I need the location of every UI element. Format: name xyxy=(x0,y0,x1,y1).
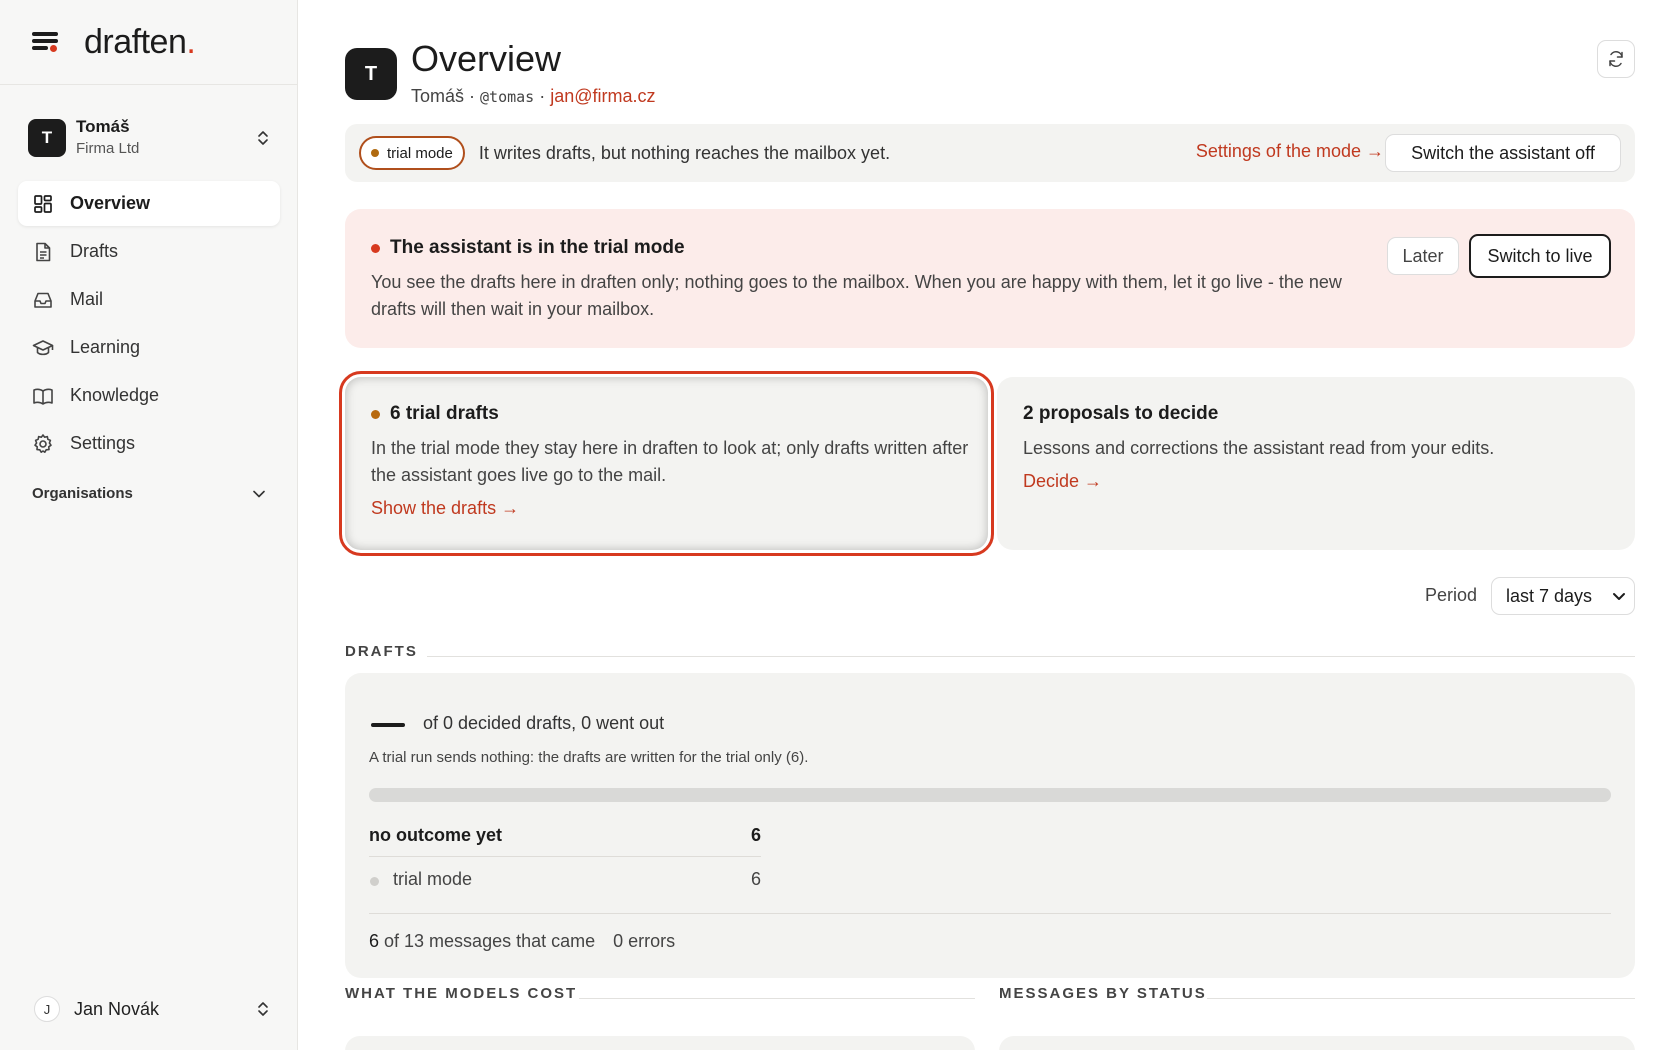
mode-settings-link[interactable]: Settings of the mode → xyxy=(1196,141,1384,162)
alert-title: The assistant is in the trial mode xyxy=(371,237,685,259)
user-name: Jan Novák xyxy=(74,998,160,1019)
profile-subline: Tomáš · @tomas · jan@firma.cz xyxy=(411,86,656,107)
page-title: Overview xyxy=(411,38,562,79)
user-avatar: J xyxy=(34,996,60,1022)
account-org: Firma Ltd xyxy=(76,140,140,157)
section-label-cost: WHAT THE MODELS COST xyxy=(345,985,578,1002)
grid-icon xyxy=(34,194,52,213)
sidebar-item-label: Learning xyxy=(70,337,141,357)
sidebar-item-knowledge[interactable]: Knowledge xyxy=(18,373,280,418)
organisations-toggle[interactable]: Organisations xyxy=(32,485,266,502)
profile-email-link[interactable]: jan@firma.cz xyxy=(550,86,655,106)
sidebar: draften. T Tomáš Firma Ltd Overview Draf… xyxy=(0,0,298,1050)
separator: · xyxy=(534,86,551,106)
mode-description: It writes drafts, but nothing reaches th… xyxy=(478,142,891,163)
section-label-drafts: DRAFTS xyxy=(345,643,418,660)
chevron-down-icon xyxy=(1613,593,1625,600)
sidebar-item-learning[interactable]: Learning xyxy=(18,325,280,370)
sidebar-item-label: Settings xyxy=(70,433,136,453)
book-icon xyxy=(33,388,53,405)
sidebar-item-label: Knowledge xyxy=(70,385,160,405)
section-label-status: MESSAGES BY STATUS xyxy=(999,985,1207,1002)
account-avatar: T xyxy=(28,119,66,157)
card-body: In the trial mode they stay here in draf… xyxy=(371,438,969,485)
refresh-button[interactable] xyxy=(1597,40,1635,78)
drafts-card: of 0 decided drafts, 0 went out A trial … xyxy=(345,673,1635,978)
document-icon xyxy=(36,242,51,261)
separator: · xyxy=(464,86,481,106)
menu-icon[interactable] xyxy=(32,32,58,52)
sidebar-item-label: Mail xyxy=(70,289,104,309)
account-name: Tomáš xyxy=(76,117,130,136)
divider xyxy=(369,856,761,857)
card-title: 2 proposals to decide xyxy=(1023,403,1219,424)
decided-summary: of 0 decided drafts, 0 went out xyxy=(423,713,665,733)
trial-mode-alert: The assistant is in the trial mode You s… xyxy=(345,209,1635,348)
messages-status-card xyxy=(999,1036,1635,1050)
models-cost-card xyxy=(345,1036,975,1050)
mode-badge: trial mode xyxy=(359,136,465,170)
organisations-label: Organisations xyxy=(32,485,133,502)
alert-body: You see the drafts here in draften only;… xyxy=(371,272,1342,319)
chevron-updown-icon xyxy=(258,131,268,145)
decide-link[interactable]: Decide → xyxy=(1023,471,1102,492)
graduation-cap-icon xyxy=(32,339,54,355)
later-button[interactable]: Later xyxy=(1387,237,1459,275)
progress-bar xyxy=(369,788,1611,802)
outcome-row: trial mode 6 xyxy=(369,869,761,890)
show-drafts-link[interactable]: Show the drafts → xyxy=(371,498,519,519)
refresh-icon xyxy=(1609,51,1623,67)
sidebar-nav: Overview Drafts Mail Learning Knowledge … xyxy=(18,181,280,469)
period-label: Period xyxy=(1424,585,1477,605)
sidebar-item-overview[interactable]: Overview xyxy=(18,181,280,226)
logo[interactable]: draften. xyxy=(84,23,196,62)
proposals-card: 2 proposals to decide Lessons and correc… xyxy=(997,377,1635,550)
gear-icon xyxy=(34,433,52,453)
page-header: T Overview Tomáš · @tomas · jan@firma.cz xyxy=(345,38,1635,110)
mode-bar: trial mode It writes drafts, but nothing… xyxy=(345,124,1635,182)
trial-note: A trial run sends nothing: the drafts ar… xyxy=(369,749,809,766)
switch-to-live-button[interactable]: Switch to live xyxy=(1469,234,1611,278)
switch-assistant-off-button[interactable]: Switch the assistant off xyxy=(1385,134,1621,172)
chevron-updown-icon xyxy=(258,1002,268,1016)
sidebar-item-drafts[interactable]: Drafts xyxy=(18,229,280,274)
card-title: 6 trial drafts xyxy=(371,403,499,425)
chevron-down-icon xyxy=(253,490,265,497)
rate-dash xyxy=(371,723,405,727)
account-switcher[interactable]: T Tomáš Firma Ltd xyxy=(28,116,272,160)
card-body: Lessons and corrections the assistant re… xyxy=(1023,438,1495,458)
sidebar-item-label: Overview xyxy=(70,193,151,213)
outcome-row: no outcome yet 6 xyxy=(369,825,761,845)
message-totals: 6 of 13 messages that came 0 errors xyxy=(369,931,676,951)
profile-avatar: T xyxy=(345,48,397,100)
divider xyxy=(1207,998,1635,999)
divider xyxy=(369,913,1611,914)
profile-handle: @tomas xyxy=(480,88,535,106)
sidebar-item-mail[interactable]: Mail xyxy=(18,277,280,322)
sidebar-item-label: Drafts xyxy=(70,241,119,261)
period-select[interactable]: last 7 days xyxy=(1491,577,1635,615)
brand-bar: draften. xyxy=(0,0,297,85)
inbox-icon xyxy=(34,292,52,308)
profile-name: Tomáš xyxy=(411,86,465,106)
trial-drafts-card: 6 trial drafts In the trial mode they st… xyxy=(339,371,994,556)
divider xyxy=(427,656,1635,657)
errors-count: 0 errors xyxy=(613,931,676,951)
user-menu[interactable]: J Jan Novák xyxy=(34,994,270,1024)
sidebar-item-settings[interactable]: Settings xyxy=(18,421,280,466)
divider xyxy=(579,998,975,999)
